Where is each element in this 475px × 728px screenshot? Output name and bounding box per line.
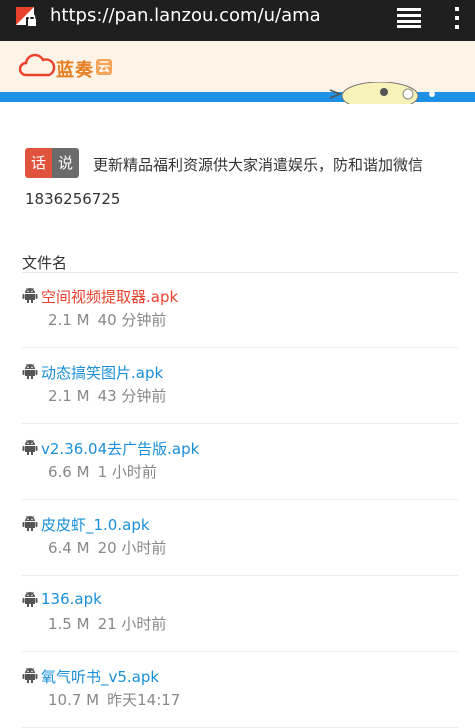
site-logo-text[interactable]: 蓝奏 <box>56 56 94 82</box>
url-text[interactable]: https://pan.lanzou.com/u/ama <box>50 6 321 26</box>
notice-tag-left: 话 <box>25 148 52 178</box>
site-logo-badge: 云 <box>96 59 113 75</box>
mascot-icon <box>329 82 435 104</box>
file-row[interactable]: 136.apk 1.5 M 21 小时前 <box>22 576 458 652</box>
notice-tag-right: 说 <box>52 148 79 178</box>
file-meta: 2.1 M 40 分钟前 <box>48 309 166 330</box>
file-meta: 6.4 M 20 小时前 <box>48 537 166 558</box>
file-size: 2.1 M <box>48 387 90 405</box>
file-meta: 2.1 M 43 分钟前 <box>48 385 166 406</box>
android-icon <box>22 363 38 379</box>
file-meta: 1.5 M 21 小时前 <box>48 613 166 634</box>
tabs-icon[interactable] <box>397 8 421 28</box>
android-icon <box>22 515 38 531</box>
file-time: 43 分钟前 <box>97 387 167 405</box>
file-time: 1 小时前 <box>97 463 157 481</box>
file-name-link[interactable]: v2.36.04去广告版.apk <box>41 438 199 459</box>
notice-text-line2: 1836256725 <box>25 190 121 208</box>
file-name-link[interactable]: 动态搞笑图片.apk <box>41 362 163 383</box>
file-size: 6.4 M <box>48 539 90 557</box>
notice-tag: 话 说 <box>25 148 79 178</box>
file-name-link[interactable]: 136.apk <box>41 590 102 608</box>
file-name-link[interactable]: 皮皮虾_1.0.apk <box>41 514 150 535</box>
android-icon <box>22 287 38 303</box>
browser-address-bar: https://pan.lanzou.com/u/ama <box>0 0 475 41</box>
file-time: 昨天14:17 <box>107 691 181 709</box>
android-icon <box>22 439 38 455</box>
overflow-menu-icon[interactable] <box>452 6 462 30</box>
file-row[interactable]: 空间视频提取器.apk 2.1 M 40 分钟前 <box>22 272 458 348</box>
file-meta: 10.7 M 昨天14:17 <box>48 689 180 710</box>
file-row[interactable]: 氧气听书_v5.apk 10.7 M 昨天14:17 <box>22 652 458 728</box>
notice-text-line1: 更新精品福利资源供大家消遣娱乐，防和谐加微信 <box>93 156 424 174</box>
file-row[interactable]: 皮皮虾_1.0.apk 6.4 M 20 小时前 <box>22 500 458 576</box>
file-size: 2.1 M <box>48 311 90 329</box>
file-name-link[interactable]: 氧气听书_v5.apk <box>41 666 159 687</box>
file-time: 40 分钟前 <box>97 311 167 329</box>
android-icon <box>22 667 38 683</box>
site-security-icon[interactable] <box>15 5 39 29</box>
file-time: 20 小时前 <box>97 539 167 557</box>
file-row[interactable]: v2.36.04去广告版.apk 6.6 M 1 小时前 <box>22 424 458 500</box>
column-header-filename: 文件名 <box>22 254 68 272</box>
android-icon <box>22 591 38 607</box>
file-row[interactable]: 动态搞笑图片.apk 2.1 M 43 分钟前 <box>22 348 458 424</box>
file-size: 10.7 M <box>48 691 100 709</box>
cloud-logo-icon[interactable] <box>18 53 56 79</box>
file-size: 1.5 M <box>48 615 90 633</box>
file-time: 21 小时前 <box>97 615 167 633</box>
file-name-link[interactable]: 空间视频提取器.apk <box>41 286 178 307</box>
file-size: 6.6 M <box>48 463 90 481</box>
file-meta: 6.6 M 1 小时前 <box>48 461 157 482</box>
